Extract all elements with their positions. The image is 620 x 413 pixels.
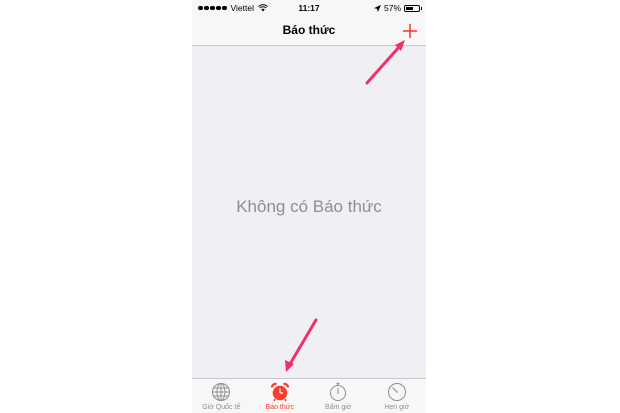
status-right: 57% <box>373 3 422 13</box>
battery-icon <box>404 4 422 12</box>
status-bar: Viettel 11:17 57% <box>192 0 426 18</box>
empty-state-message: Không có Báo thức <box>236 197 382 216</box>
battery-percent: 57% <box>383 3 401 13</box>
tab-timer[interactable]: Hẹn giờ <box>368 379 427 413</box>
page-title: Báo thức <box>282 23 336 37</box>
tab-label: Báo thức <box>265 404 294 411</box>
globe-icon <box>212 383 231 401</box>
timer-icon <box>387 383 406 401</box>
tab-stopwatch[interactable]: Bấm giờ <box>309 379 368 413</box>
phone-screen: Viettel 11:17 57% Báo thức Không có Báo … <box>192 0 426 413</box>
add-alarm-button[interactable] <box>400 21 420 41</box>
location-arrow-icon <box>373 4 381 12</box>
tab-alarm[interactable]: Báo thức <box>251 379 310 413</box>
tab-world-clock[interactable]: Giờ Quốc tế <box>192 379 251 413</box>
tab-bar: Giờ Quốc tế Báo thức Bấm giờ Hẹn giờ <box>192 378 426 413</box>
tab-label: Bấm giờ <box>325 404 352 411</box>
navigation-bar: Báo thức <box>192 18 426 46</box>
stopwatch-icon <box>330 382 347 401</box>
tab-label: Giờ Quốc tế <box>202 404 241 411</box>
tab-label: Hẹn giờ <box>384 404 410 411</box>
alarm-clock-icon <box>270 382 289 402</box>
plus-icon <box>403 24 417 38</box>
battery-level-fill <box>406 6 413 10</box>
